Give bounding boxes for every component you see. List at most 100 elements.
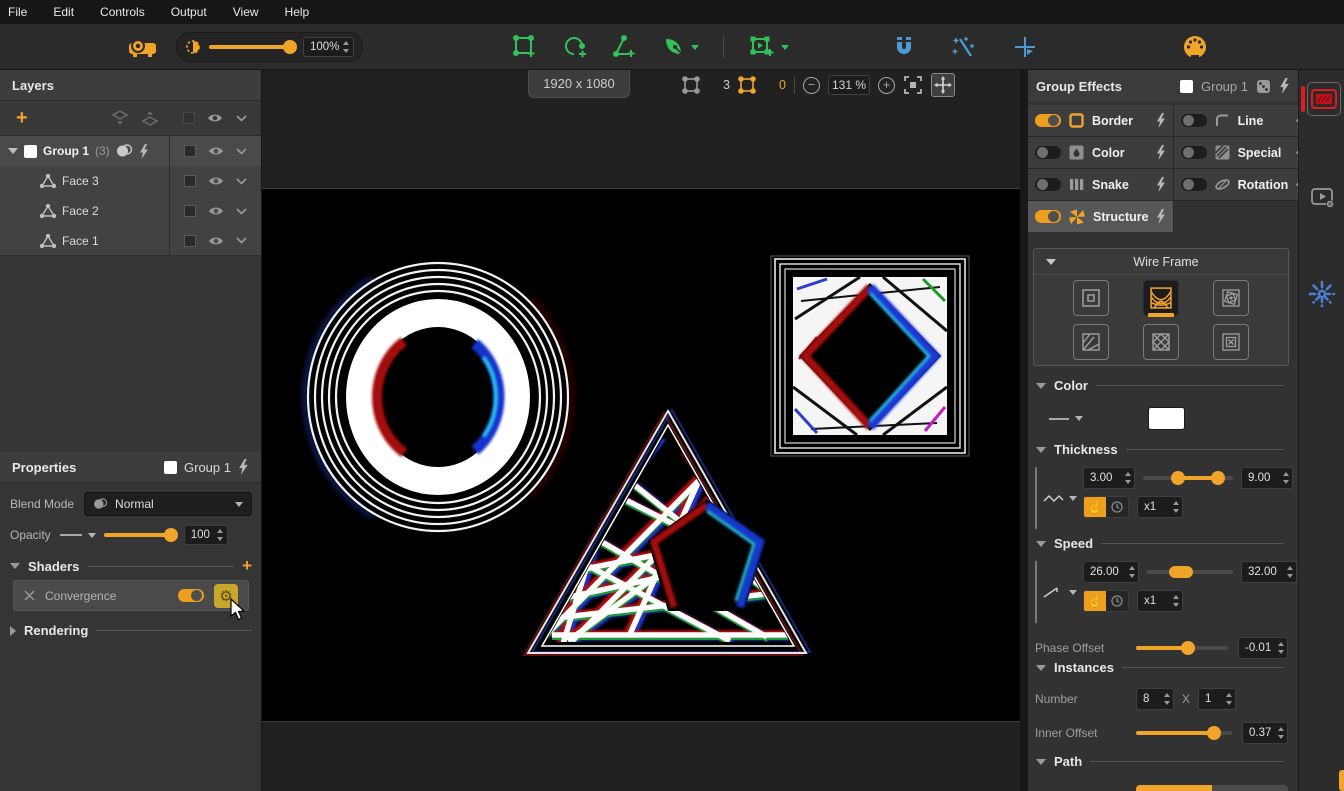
visibility-all-icon[interactable] bbox=[207, 112, 223, 124]
color-curve-dropdown[interactable] bbox=[1048, 415, 1083, 423]
layer-row-face2[interactable]: Face 2 bbox=[0, 196, 261, 226]
brightness-value-spinner[interactable]: 100% bbox=[303, 37, 354, 57]
wireframe-mode-concentric[interactable] bbox=[1073, 280, 1109, 316]
thickness-tap-button[interactable]: ☝ bbox=[1084, 497, 1106, 517]
effects-flash-icon[interactable] bbox=[1279, 78, 1290, 94]
group-flash-icon[interactable] bbox=[139, 144, 149, 159]
collapse-all-chevron[interactable] bbox=[236, 115, 247, 122]
speed-multiplier-spinner[interactable]: x1 bbox=[1137, 590, 1183, 612]
layer-row-face1[interactable]: Face 1 bbox=[0, 226, 261, 256]
speed-slider[interactable] bbox=[1147, 570, 1233, 574]
effects-tab-icon[interactable] bbox=[1307, 82, 1341, 116]
effect-tile-structure[interactable]: Structure bbox=[1028, 201, 1173, 232]
line-toggle[interactable] bbox=[1181, 114, 1207, 127]
properties-flash-icon[interactable] bbox=[238, 459, 249, 475]
midi-icon[interactable] bbox=[1182, 34, 1208, 60]
face1-visibility-icon[interactable] bbox=[208, 235, 224, 247]
pen-tool-caret[interactable] bbox=[691, 45, 699, 50]
shader-settings-button[interactable]: ⚙ bbox=[214, 584, 238, 608]
effect-tile-special[interactable]: Special bbox=[1174, 137, 1313, 168]
fit-view-button[interactable] bbox=[903, 75, 923, 95]
layer-row-group1[interactable]: Group 1 (3) bbox=[0, 136, 261, 166]
face1-solo-checkbox[interactable] bbox=[184, 235, 196, 247]
move-layer-up-icon[interactable] bbox=[141, 110, 159, 126]
canvas-area[interactable]: 1920 x 1080 3 0 − 131 % + bbox=[262, 70, 1028, 791]
face2-chevron[interactable] bbox=[236, 208, 247, 215]
path-direction-right-button[interactable] bbox=[1212, 785, 1288, 791]
special-toggle[interactable] bbox=[1181, 146, 1207, 159]
menu-help[interactable]: Help bbox=[285, 5, 310, 19]
opacity-slider[interactable] bbox=[104, 533, 176, 537]
border-toggle[interactable] bbox=[1035, 114, 1061, 127]
phase-offset-spinner[interactable]: -0.01 bbox=[1238, 637, 1288, 659]
face2-solo-checkbox[interactable] bbox=[184, 205, 196, 217]
face1-chevron[interactable] bbox=[236, 237, 247, 244]
clipped-orange-control[interactable] bbox=[1339, 770, 1344, 791]
player-settings-icon[interactable] bbox=[1310, 185, 1336, 211]
face2-visibility-icon[interactable] bbox=[208, 205, 224, 217]
speed-ramp-dropdown[interactable] bbox=[1043, 561, 1077, 623]
add-quad-icon[interactable] bbox=[512, 34, 538, 60]
shader-toggle[interactable] bbox=[178, 589, 204, 602]
group-solo-checkbox[interactable] bbox=[184, 145, 196, 157]
effect-tile-rotation[interactable]: Rotation bbox=[1174, 169, 1313, 200]
instances-collapse-triangle[interactable] bbox=[1036, 665, 1046, 671]
speed-collapse-triangle[interactable] bbox=[1036, 541, 1046, 547]
menu-output[interactable]: Output bbox=[171, 5, 207, 19]
effect-tile-border[interactable]: Border bbox=[1028, 105, 1173, 136]
add-circle-icon[interactable] bbox=[562, 34, 588, 60]
path-collapse-triangle[interactable] bbox=[1036, 759, 1046, 765]
snake-toggle[interactable] bbox=[1035, 178, 1061, 191]
output-viewport[interactable] bbox=[262, 188, 1020, 722]
pan-view-button[interactable] bbox=[931, 73, 955, 97]
menu-edit[interactable]: Edit bbox=[53, 5, 74, 19]
effect-tile-line[interactable]: Line bbox=[1174, 105, 1313, 136]
pen-tool[interactable] bbox=[662, 35, 699, 59]
precision-cursor-icon[interactable] bbox=[1013, 35, 1037, 59]
stroke-color-swatch[interactable] bbox=[1148, 407, 1185, 430]
add-player-tool[interactable] bbox=[748, 34, 789, 60]
add-player-caret[interactable] bbox=[781, 45, 789, 50]
wireframe-mode-xbox[interactable] bbox=[1213, 324, 1249, 360]
wireframe-mode-cross[interactable] bbox=[1143, 324, 1179, 360]
speed-tap-button[interactable]: ☝ bbox=[1084, 591, 1106, 611]
solo-all-checkbox[interactable] bbox=[183, 112, 195, 124]
shader-row-convergence[interactable]: Convergence ⚙ bbox=[13, 580, 249, 611]
blend-mode-dropdown[interactable]: Normal bbox=[84, 492, 252, 516]
thickness-clock-button[interactable] bbox=[1106, 497, 1128, 517]
inner-offset-slider[interactable] bbox=[1136, 731, 1232, 735]
snap-magnet-icon[interactable] bbox=[893, 36, 915, 58]
menu-controls[interactable]: Controls bbox=[100, 5, 145, 19]
menu-view[interactable]: View bbox=[233, 5, 259, 19]
path-direction-segmented[interactable] bbox=[1136, 785, 1288, 791]
thickness-max-spinner[interactable]: 9.00 bbox=[1241, 467, 1293, 489]
randomize-dice-icon[interactable] bbox=[1256, 79, 1271, 94]
structure-flash-icon[interactable] bbox=[1156, 209, 1166, 224]
zoom-out-button[interactable]: − bbox=[803, 77, 820, 94]
rotation-toggle[interactable] bbox=[1181, 178, 1207, 191]
add-layer-button[interactable]: + bbox=[0, 109, 111, 127]
remove-shader-icon[interactable] bbox=[24, 590, 35, 601]
speed-max-spinner[interactable]: 32.00 bbox=[1241, 561, 1297, 583]
menu-file[interactable]: File bbox=[8, 5, 27, 19]
group-color-swatch[interactable] bbox=[24, 145, 37, 158]
border-flash-icon[interactable] bbox=[1156, 113, 1166, 128]
brightness-slider[interactable] bbox=[209, 45, 295, 49]
speed-min-spinner[interactable]: 26.00 bbox=[1083, 561, 1139, 583]
thickness-multiplier-spinner[interactable]: x1 bbox=[1137, 496, 1183, 518]
wireframe-mode-web[interactable] bbox=[1143, 280, 1179, 316]
thickness-range-slider[interactable] bbox=[1143, 476, 1233, 480]
group-disclosure-triangle[interactable] bbox=[8, 148, 18, 154]
zoom-in-button[interactable]: + bbox=[878, 77, 895, 94]
face3-solo-checkbox[interactable] bbox=[184, 175, 196, 187]
thickness-wave-dropdown[interactable] bbox=[1043, 467, 1077, 529]
shaders-collapse-triangle[interactable] bbox=[10, 563, 20, 569]
inner-offset-spinner[interactable]: 0.37 bbox=[1242, 722, 1288, 744]
face3-visibility-icon[interactable] bbox=[208, 175, 224, 187]
color-toggle[interactable] bbox=[1035, 146, 1061, 159]
thickness-min-spinner[interactable]: 3.00 bbox=[1083, 467, 1135, 489]
group-collapse-chevron[interactable] bbox=[236, 148, 247, 155]
wireframe-mode-diagonal[interactable] bbox=[1073, 324, 1109, 360]
zoom-level[interactable]: 131 % bbox=[828, 75, 870, 95]
structure-toggle[interactable] bbox=[1035, 210, 1061, 223]
